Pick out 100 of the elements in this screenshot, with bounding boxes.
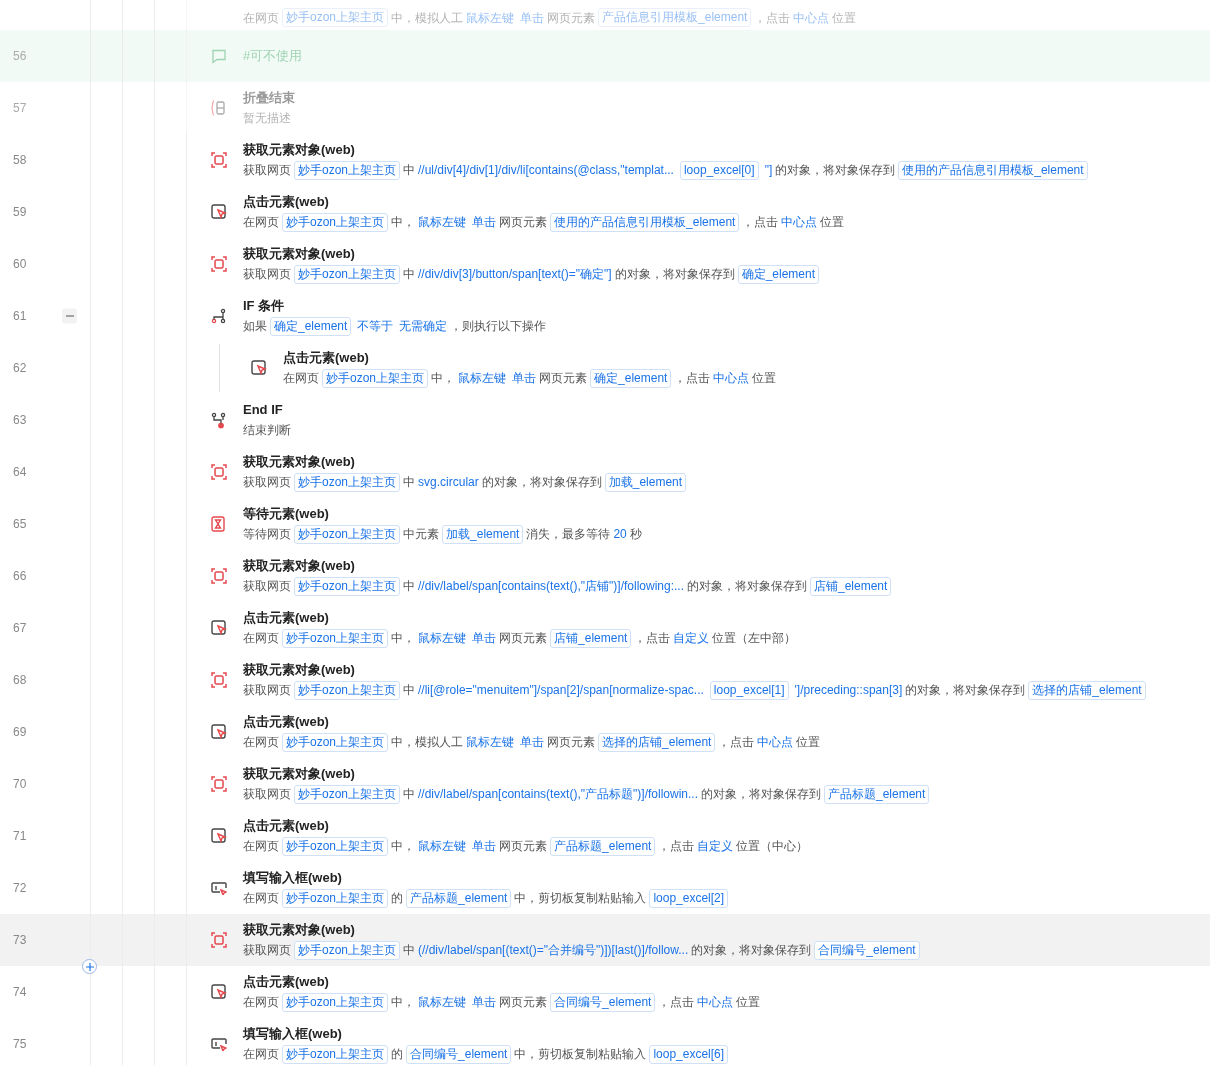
variable-tag[interactable]: 合同编号_element — [814, 940, 920, 960]
description-text: 的 — [391, 890, 404, 907]
parameter-value: 中心点 — [781, 214, 818, 231]
variable-tag[interactable]: 店铺_element — [810, 576, 892, 596]
line-number: 72 — [13, 880, 27, 897]
variable-tag[interactable]: 店铺_element — [550, 628, 632, 648]
variable-tag[interactable]: 妙手ozon上架主页 — [282, 732, 389, 752]
step-title: 点击元素(web) — [243, 712, 330, 730]
variable-tag[interactable]: 加载_element — [604, 472, 687, 492]
variable-tag[interactable]: 产品标题_element — [550, 836, 656, 856]
variable-tag[interactable]: 妙手ozon上架主页 — [282, 836, 389, 856]
variable-tag[interactable]: 加载_element — [442, 524, 524, 544]
step-title: 折叠结束 — [243, 89, 295, 106]
variable-tag[interactable]: 妙手ozon上架主页 — [294, 680, 401, 700]
variable-tag[interactable]: loop_excel[6] — [649, 1044, 729, 1064]
variable-tag[interactable]: 妙手ozon上架主页 — [322, 368, 429, 388]
line-number: 65 — [13, 516, 27, 533]
step-title: 获取元素对象(web) — [243, 920, 356, 938]
variable-tag[interactable]: 选择的店铺_element — [1028, 680, 1146, 700]
parameter-value: 不等于 — [357, 318, 394, 335]
element-select-icon — [211, 464, 227, 480]
description-text: 位置 — [736, 994, 761, 1011]
description-text: 中，模拟人工 — [391, 9, 464, 27]
variable-tag[interactable]: 确定_element — [737, 264, 819, 284]
parameter-value: 鼠标左键 — [466, 9, 515, 27]
line-number: 61 — [13, 308, 27, 325]
variable-tag[interactable]: 确定_element — [590, 368, 672, 388]
variable-tag[interactable]: 妙手ozon上架主页 — [282, 628, 389, 648]
variable-tag[interactable]: 妙手ozon上架主页 — [294, 784, 401, 804]
description-text: 中 — [403, 162, 416, 179]
cursor-click-icon — [211, 828, 227, 844]
variable-tag[interactable]: 产品标题_element — [406, 888, 512, 908]
description-text: 中， — [391, 630, 416, 647]
description-text: 中 — [403, 578, 416, 595]
variable-tag[interactable]: 妙手ozon上架主页 — [294, 472, 401, 492]
description-text: ，点击 — [658, 994, 695, 1011]
line-number: 64 — [13, 464, 27, 481]
description-text: ，点击 — [674, 370, 711, 387]
variable-tag[interactable]: 使用的产品信息引用模板_element — [550, 212, 740, 232]
variable-tag[interactable]: 妙手ozon上架主页 — [294, 264, 401, 284]
description-text: 在网页 — [243, 838, 279, 855]
line-number: 67 — [13, 620, 27, 637]
description-text: 中，剪切板复制粘贴输入 — [514, 890, 647, 907]
merge-icon — [211, 411, 227, 429]
variable-tag[interactable]: 妙手ozon上架主页 — [282, 992, 389, 1012]
parameter-value: svg.circular — [418, 474, 479, 491]
variable-tag[interactable]: 妙手ozon上架主页 — [282, 888, 389, 908]
description-text: 网页元素 — [499, 630, 548, 647]
collapse-button[interactable] — [62, 308, 77, 324]
description-text: 中 — [403, 786, 416, 803]
description-text: ，点击 — [718, 734, 755, 751]
variable-tag[interactable]: 合同编号_element — [550, 992, 656, 1012]
parameter-value: 鼠标左键 — [418, 838, 467, 855]
line-number: 59 — [13, 204, 27, 221]
parameter-value: 单击 — [472, 994, 497, 1011]
description-text: 的 — [391, 1046, 404, 1063]
variable-tag[interactable]: 妙手ozon上架主页 — [294, 576, 401, 596]
parameter-value: 自定义 — [673, 630, 710, 647]
description-text: 秒 — [629, 526, 642, 543]
variable-tag[interactable]: 妙手ozon上架主页 — [294, 524, 401, 544]
parameter-value: 鼠标左键 — [418, 994, 467, 1011]
variable-tag[interactable]: 合同编号_element — [406, 1044, 512, 1064]
description-text: 中， — [431, 370, 456, 387]
description-text: 位置 — [820, 214, 845, 231]
step-title: 获取元素对象(web) — [243, 452, 356, 470]
element-select-icon — [211, 932, 227, 948]
variable-tag[interactable]: loop_excel[1] — [709, 680, 789, 700]
description-text: 获取网页 — [243, 942, 291, 959]
variable-tag[interactable]: loop_excel[2] — [649, 888, 729, 908]
variable-tag[interactable]: 产品标题_element — [824, 784, 930, 804]
variable-tag[interactable]: 确定_element — [270, 316, 352, 336]
element-select-icon — [211, 776, 227, 792]
line-number: 69 — [13, 724, 27, 741]
description-text: 中， — [391, 838, 416, 855]
description-text: 网页元素 — [499, 994, 548, 1011]
description-text: 在网页 — [283, 370, 319, 387]
variable-tag[interactable]: 选择的店铺_element — [598, 732, 716, 752]
step-title: 点击元素(web) — [243, 972, 330, 990]
add-step-button[interactable] — [82, 959, 97, 974]
line-number: 66 — [13, 568, 27, 585]
branch-icon — [211, 308, 227, 324]
variable-tag[interactable]: 妙手ozon上架主页 — [282, 212, 389, 232]
description-text: 的对象，将对象保存到 — [687, 578, 807, 595]
step-title: 点击元素(web) — [243, 608, 330, 626]
comment-text: #可不使用 — [243, 47, 303, 66]
parameter-value: 单击 — [472, 630, 497, 647]
variable-tag[interactable]: 妙手ozon上架主页 — [282, 1044, 389, 1064]
variable-tag[interactable]: 使用的产品信息引用模板_element — [898, 160, 1088, 180]
variable-tag[interactable]: 妙手ozon上架主页 — [294, 940, 401, 960]
variable-tag[interactable]: loop_excel[0] — [679, 160, 759, 180]
line-number: 68 — [13, 672, 27, 689]
plus-icon — [85, 962, 94, 971]
description-text: 网页元素 — [539, 370, 588, 387]
parameter-value: 中心点 — [757, 734, 794, 751]
comment-icon — [211, 48, 227, 64]
line-number: 74 — [13, 984, 27, 1001]
variable-tag[interactable]: 妙手ozon上架主页 — [294, 160, 401, 180]
cursor-click-icon — [251, 360, 267, 376]
line-number: 62 — [13, 360, 27, 377]
step-title: End IF — [243, 401, 284, 418]
